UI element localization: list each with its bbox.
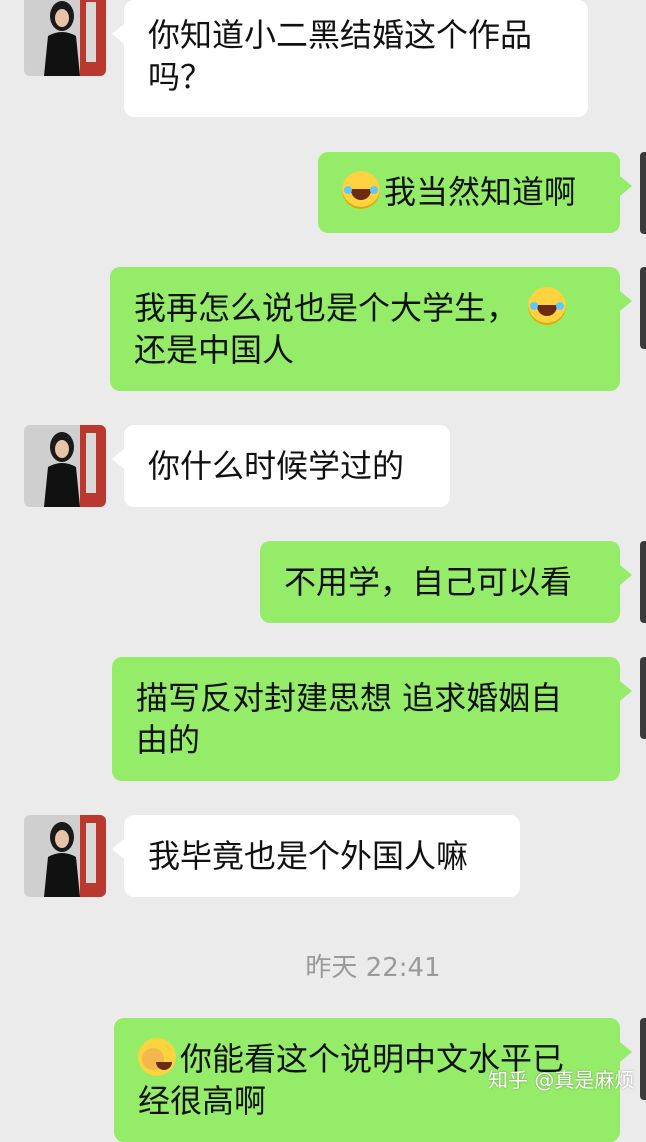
self-avatar[interactable]: [640, 267, 646, 349]
message-bubble-incoming[interactable]: 你什么时候学过的: [112, 425, 450, 507]
zhihu-watermark: 知乎 @真是麻烦: [488, 1068, 635, 1092]
self-avatar[interactable]: [640, 541, 646, 623]
message-bubble-incoming[interactable]: 你知道小二黑结婚这个作品 吗？: [112, 0, 588, 117]
message-bubble-outgoing[interactable]: 描写反对封建思想 追求婚姻自 由的: [112, 657, 632, 781]
contact-avatar[interactable]: [24, 0, 106, 76]
message-text: 不用学，自己可以看: [284, 563, 573, 601]
message-bubble-outgoing[interactable]: 不用学，自己可以看: [260, 541, 632, 623]
self-avatar[interactable]: [640, 657, 646, 739]
message-text: 我毕竟也是个外国人嘛: [148, 837, 469, 875]
contact-avatar[interactable]: [24, 815, 106, 897]
message-text: 我当然知道啊: [384, 173, 577, 211]
message-text-line: 我再怎么说也是个大学生，: [134, 289, 519, 327]
chat-timestamp: 昨天 22:41: [305, 953, 441, 983]
message-text: 你什么时候学过的: [148, 447, 405, 485]
message-text-line: 你知道小二黑结婚这个作品: [148, 16, 533, 54]
self-avatar[interactable]: [640, 152, 646, 234]
message-bubble-outgoing[interactable]: 我再怎么说也是个大学生， 还是中国人: [110, 267, 632, 391]
message-text-line: 描写反对封建思想 追求婚姻自: [136, 679, 563, 717]
laugh-cry-emoji-icon: [528, 287, 567, 325]
message-bubble-incoming[interactable]: 我毕竟也是个外国人嘛: [112, 815, 520, 897]
message-text-line: 还是中国人: [134, 331, 295, 369]
self-avatar[interactable]: [640, 1018, 646, 1100]
message-bubble-outgoing[interactable]: 我当然知道啊: [318, 152, 632, 233]
laugh-cry-emoji-icon: [342, 171, 380, 209]
facepalm-emoji-icon: [138, 1038, 176, 1076]
message-text-line: 由的: [136, 721, 201, 759]
message-text-line: 吗？: [148, 58, 213, 96]
contact-avatar[interactable]: [24, 425, 106, 507]
